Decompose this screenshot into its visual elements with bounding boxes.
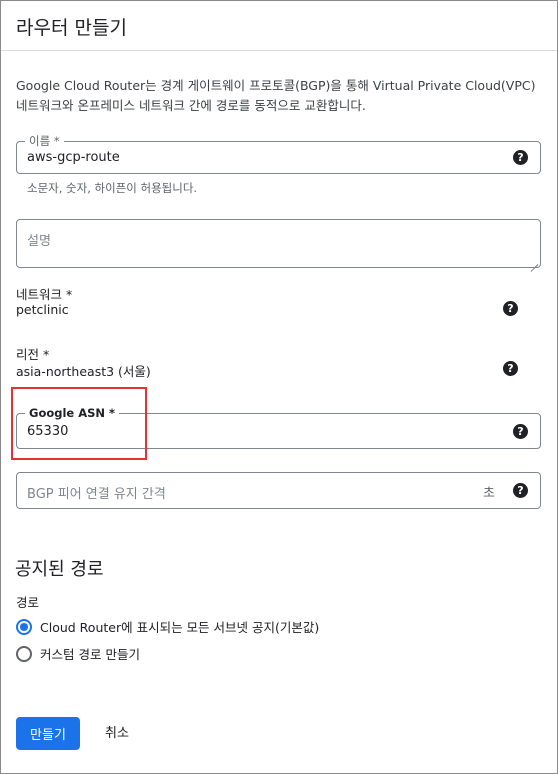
page-title: 라우터 만들기 [16, 17, 127, 39]
create-button[interactable]: 만들기 [16, 717, 80, 750]
description-textarea[interactable]: 설명 [16, 219, 541, 268]
page-header: 라우터 만들기 [1, 1, 557, 51]
radio-custom-routes-label: 커스텀 경로 만들기 [40, 647, 140, 662]
bgp-keepalive-placeholder: BGP 피어 연결 유지 간격 [27, 487, 166, 502]
radio-unchecked-icon[interactable] [16, 645, 32, 662]
help-icon[interactable]: ? [513, 483, 528, 498]
highlight-box [11, 387, 147, 460]
network-value: petclinic [16, 302, 69, 317]
help-icon[interactable]: ? [503, 301, 518, 316]
radio-all-subnets-label: Cloud Router에 표시되는 모든 서브넷 공지(기본값) [40, 620, 320, 635]
advertised-routes-title: 공지된 경로 [15, 559, 104, 580]
name-field-hint: 소문자, 숫자, 하이픈이 허용됩니다. [27, 181, 198, 195]
network-label: 네트워크 * [16, 287, 73, 302]
radio-all-subnets[interactable]: Cloud Router에 표시되는 모든 서브넷 공지(기본값) [16, 617, 319, 636]
name-field[interactable]: 이름 * aws-gcp-route ? [16, 134, 541, 174]
cancel-button[interactable]: 취소 [95, 717, 139, 750]
help-icon[interactable]: ? [513, 150, 528, 165]
bgp-keepalive-field[interactable]: BGP 피어 연결 유지 간격 초 ? [16, 472, 541, 509]
name-field-value[interactable]: aws-gcp-route [27, 150, 120, 165]
region-value: asia-northeast3 (서울) [16, 364, 151, 379]
help-icon[interactable]: ? [513, 424, 528, 439]
name-field-label: 이름 * [25, 134, 64, 148]
radio-custom-routes[interactable]: 커스텀 경로 만들기 [16, 644, 140, 663]
radio-checked-icon[interactable] [16, 618, 32, 635]
seconds-unit: 초 [483, 486, 495, 501]
page-description: Google Cloud Router는 경계 게이트웨이 프로토콜(BGP)을… [16, 78, 536, 113]
resize-handle-icon[interactable] [530, 257, 538, 265]
routes-label: 경로 [16, 595, 40, 610]
description-placeholder: 설명 [27, 234, 51, 249]
help-icon[interactable]: ? [503, 361, 518, 376]
